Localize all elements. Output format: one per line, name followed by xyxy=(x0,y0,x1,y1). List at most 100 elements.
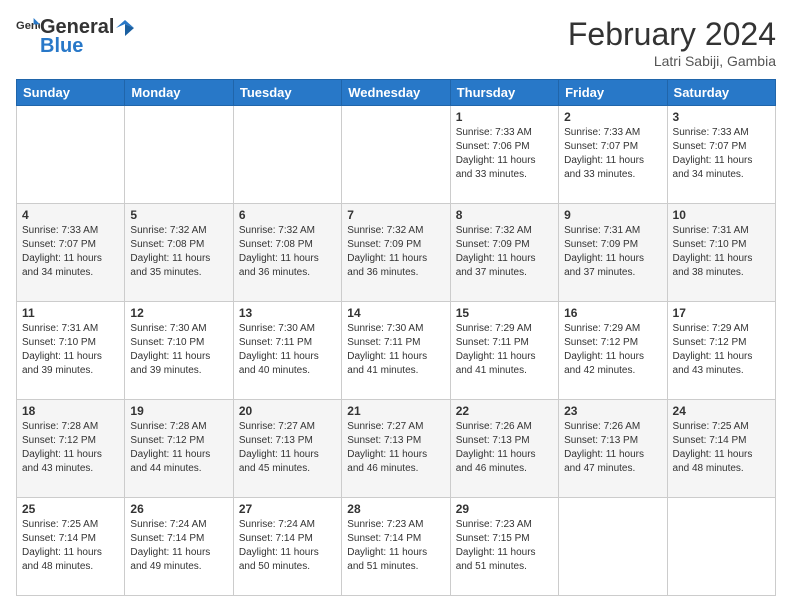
col-monday: Monday xyxy=(125,80,233,106)
table-row xyxy=(125,106,233,204)
day-info: Sunrise: 7:24 AMSunset: 7:14 PMDaylight:… xyxy=(130,518,227,574)
day-number: 23 xyxy=(564,404,661,418)
day-info: Sunrise: 7:32 AMSunset: 7:08 PMDaylight:… xyxy=(239,224,336,280)
day-number: 10 xyxy=(673,208,770,222)
col-saturday: Saturday xyxy=(667,80,775,106)
col-sunday: Sunday xyxy=(17,80,125,106)
table-row: 20 Sunrise: 7:27 AMSunset: 7:13 PMDayligh… xyxy=(233,400,341,498)
logo-icon: General xyxy=(16,16,40,36)
day-number: 9 xyxy=(564,208,661,222)
day-info: Sunrise: 7:28 AMSunset: 7:12 PMDaylight:… xyxy=(130,420,227,476)
day-number: 8 xyxy=(456,208,553,222)
day-info: Sunrise: 7:33 AMSunset: 7:06 PMDaylight:… xyxy=(456,126,553,182)
day-number: 1 xyxy=(456,110,553,124)
table-row xyxy=(17,106,125,204)
table-row: 1 Sunrise: 7:33 AMSunset: 7:06 PMDaylight… xyxy=(450,106,558,204)
day-number: 22 xyxy=(456,404,553,418)
day-number: 29 xyxy=(456,502,553,516)
table-row: 3 Sunrise: 7:33 AMSunset: 7:07 PMDaylight… xyxy=(667,106,775,204)
table-row: 14 Sunrise: 7:30 AMSunset: 7:11 PMDayligh… xyxy=(342,302,450,400)
day-info: Sunrise: 7:33 AMSunset: 7:07 PMDaylight:… xyxy=(22,224,119,280)
day-number: 24 xyxy=(673,404,770,418)
day-info: Sunrise: 7:31 AMSunset: 7:10 PMDaylight:… xyxy=(22,322,119,378)
day-info: Sunrise: 7:31 AMSunset: 7:10 PMDaylight:… xyxy=(673,224,770,280)
table-row xyxy=(559,498,667,596)
table-row: 5 Sunrise: 7:32 AMSunset: 7:08 PMDaylight… xyxy=(125,204,233,302)
table-row: 19Sunrise: 7:28 AMSunset: 7:12 PMDayligh… xyxy=(125,400,233,498)
day-info: Sunrise: 7:33 AMSunset: 7:07 PMDaylight:… xyxy=(673,126,770,182)
day-number: 21 xyxy=(347,404,444,418)
table-row xyxy=(233,106,341,204)
table-row xyxy=(667,498,775,596)
table-row: 6Sunrise: 7:32 AMSunset: 7:08 PMDaylight… xyxy=(233,204,341,302)
day-info: Sunrise: 7:23 AMSunset: 7:14 PMDaylight:… xyxy=(347,518,444,574)
day-info: Sunrise: 7:25 AMSunset: 7:14 PMDaylight:… xyxy=(22,518,119,574)
day-info: Sunrise: 7:27 AMSunset: 7:13 PMDaylight:… xyxy=(347,420,444,476)
day-number: 28 xyxy=(347,502,444,516)
calendar-week-row: 18 Sunrise: 7:28 AMSunset: 7:12 PMDayligh… xyxy=(17,400,776,498)
day-number: 20 xyxy=(239,404,336,418)
table-row: 23 Sunrise: 7:26 AMSunset: 7:13 PMDayligh… xyxy=(559,400,667,498)
day-info: Sunrise: 7:27 AMSunset: 7:13 PMDaylight:… xyxy=(239,420,336,476)
table-row: 7 Sunrise: 7:32 AMSunset: 7:09 PMDaylight… xyxy=(342,204,450,302)
day-number: 5 xyxy=(130,208,227,222)
calendar-subtitle: Latri Sabiji, Gambia xyxy=(134,53,776,69)
table-row: 26Sunrise: 7:24 AMSunset: 7:14 PMDayligh… xyxy=(125,498,233,596)
day-info: Sunrise: 7:32 AMSunset: 7:09 PMDaylight:… xyxy=(456,224,553,280)
calendar-table: Sunday Monday Tuesday Wednesday Thursday… xyxy=(16,79,776,596)
day-number: 4 xyxy=(22,208,119,222)
day-number: 14 xyxy=(347,306,444,320)
day-number: 25 xyxy=(22,502,119,516)
day-number: 11 xyxy=(22,306,119,320)
table-row: 10 Sunrise: 7:31 AMSunset: 7:10 PMDayligh… xyxy=(667,204,775,302)
day-number: 2 xyxy=(564,110,661,124)
table-row: 12 Sunrise: 7:30 AMSunset: 7:10 PMDayligh… xyxy=(125,302,233,400)
day-number: 12 xyxy=(130,306,227,320)
day-info: Sunrise: 7:25 AMSunset: 7:14 PMDaylight:… xyxy=(673,420,770,476)
table-row: 21 Sunrise: 7:27 AMSunset: 7:13 PMDayligh… xyxy=(342,400,450,498)
day-info: Sunrise: 7:31 AMSunset: 7:09 PMDaylight:… xyxy=(564,224,661,280)
table-row: 28 Sunrise: 7:23 AMSunset: 7:14 PMDayligh… xyxy=(342,498,450,596)
day-number: 3 xyxy=(673,110,770,124)
table-row: 25 Sunrise: 7:25 AMSunset: 7:14 PMDayligh… xyxy=(17,498,125,596)
calendar-header-row: Sunday Monday Tuesday Wednesday Thursday… xyxy=(17,80,776,106)
col-tuesday: Tuesday xyxy=(233,80,341,106)
table-row: 8 Sunrise: 7:32 AMSunset: 7:09 PMDaylight… xyxy=(450,204,558,302)
table-row: 15Sunrise: 7:29 AMSunset: 7:11 PMDayligh… xyxy=(450,302,558,400)
table-row: 9 Sunrise: 7:31 AMSunset: 7:09 PMDaylight… xyxy=(559,204,667,302)
day-number: 27 xyxy=(239,502,336,516)
calendar-week-row: 4 Sunrise: 7:33 AMSunset: 7:07 PMDaylight… xyxy=(17,204,776,302)
day-info: Sunrise: 7:26 AMSunset: 7:13 PMDaylight:… xyxy=(564,420,661,476)
col-wednesday: Wednesday xyxy=(342,80,450,106)
day-info: Sunrise: 7:32 AMSunset: 7:08 PMDaylight:… xyxy=(130,224,227,280)
table-row: 29 Sunrise: 7:23 AMSunset: 7:15 PMDayligh… xyxy=(450,498,558,596)
logo-bird-icon xyxy=(116,20,134,36)
day-info: Sunrise: 7:29 AMSunset: 7:12 PMDaylight:… xyxy=(673,322,770,378)
col-thursday: Thursday xyxy=(450,80,558,106)
logo-blue: Blue xyxy=(40,35,83,58)
calendar-week-row: 1 Sunrise: 7:33 AMSunset: 7:06 PMDaylight… xyxy=(17,106,776,204)
logo: General xyxy=(16,16,40,36)
day-info: Sunrise: 7:30 AMSunset: 7:10 PMDaylight:… xyxy=(130,322,227,378)
day-info: Sunrise: 7:30 AMSunset: 7:11 PMDaylight:… xyxy=(347,322,444,378)
day-info: Sunrise: 7:29 AMSunset: 7:12 PMDaylight:… xyxy=(564,322,661,378)
table-row: 22Sunrise: 7:26 AMSunset: 7:13 PMDayligh… xyxy=(450,400,558,498)
calendar-week-row: 11 Sunrise: 7:31 AMSunset: 7:10 PMDayligh… xyxy=(17,302,776,400)
day-info: Sunrise: 7:29 AMSunset: 7:11 PMDaylight:… xyxy=(456,322,553,378)
table-row: 27 Sunrise: 7:24 AMSunset: 7:14 PMDayligh… xyxy=(233,498,341,596)
calendar-title: February 2024 xyxy=(134,16,776,53)
table-row: 13Sunrise: 7:30 AMSunset: 7:11 PMDayligh… xyxy=(233,302,341,400)
table-row: 4 Sunrise: 7:33 AMSunset: 7:07 PMDaylight… xyxy=(17,204,125,302)
day-number: 7 xyxy=(347,208,444,222)
day-info: Sunrise: 7:32 AMSunset: 7:09 PMDaylight:… xyxy=(347,224,444,280)
day-number: 13 xyxy=(239,306,336,320)
day-info: Sunrise: 7:24 AMSunset: 7:14 PMDaylight:… xyxy=(239,518,336,574)
logo-wordmark: General Blue xyxy=(40,16,134,58)
table-row xyxy=(342,106,450,204)
calendar-week-row: 25 Sunrise: 7:25 AMSunset: 7:14 PMDayligh… xyxy=(17,498,776,596)
day-info: Sunrise: 7:23 AMSunset: 7:15 PMDaylight:… xyxy=(456,518,553,574)
header: General General Blue February 2024 Latri… xyxy=(16,16,776,69)
title-area: February 2024 Latri Sabiji, Gambia xyxy=(134,16,776,69)
day-number: 18 xyxy=(22,404,119,418)
table-row: 24 Sunrise: 7:25 AMSunset: 7:14 PMDayligh… xyxy=(667,400,775,498)
